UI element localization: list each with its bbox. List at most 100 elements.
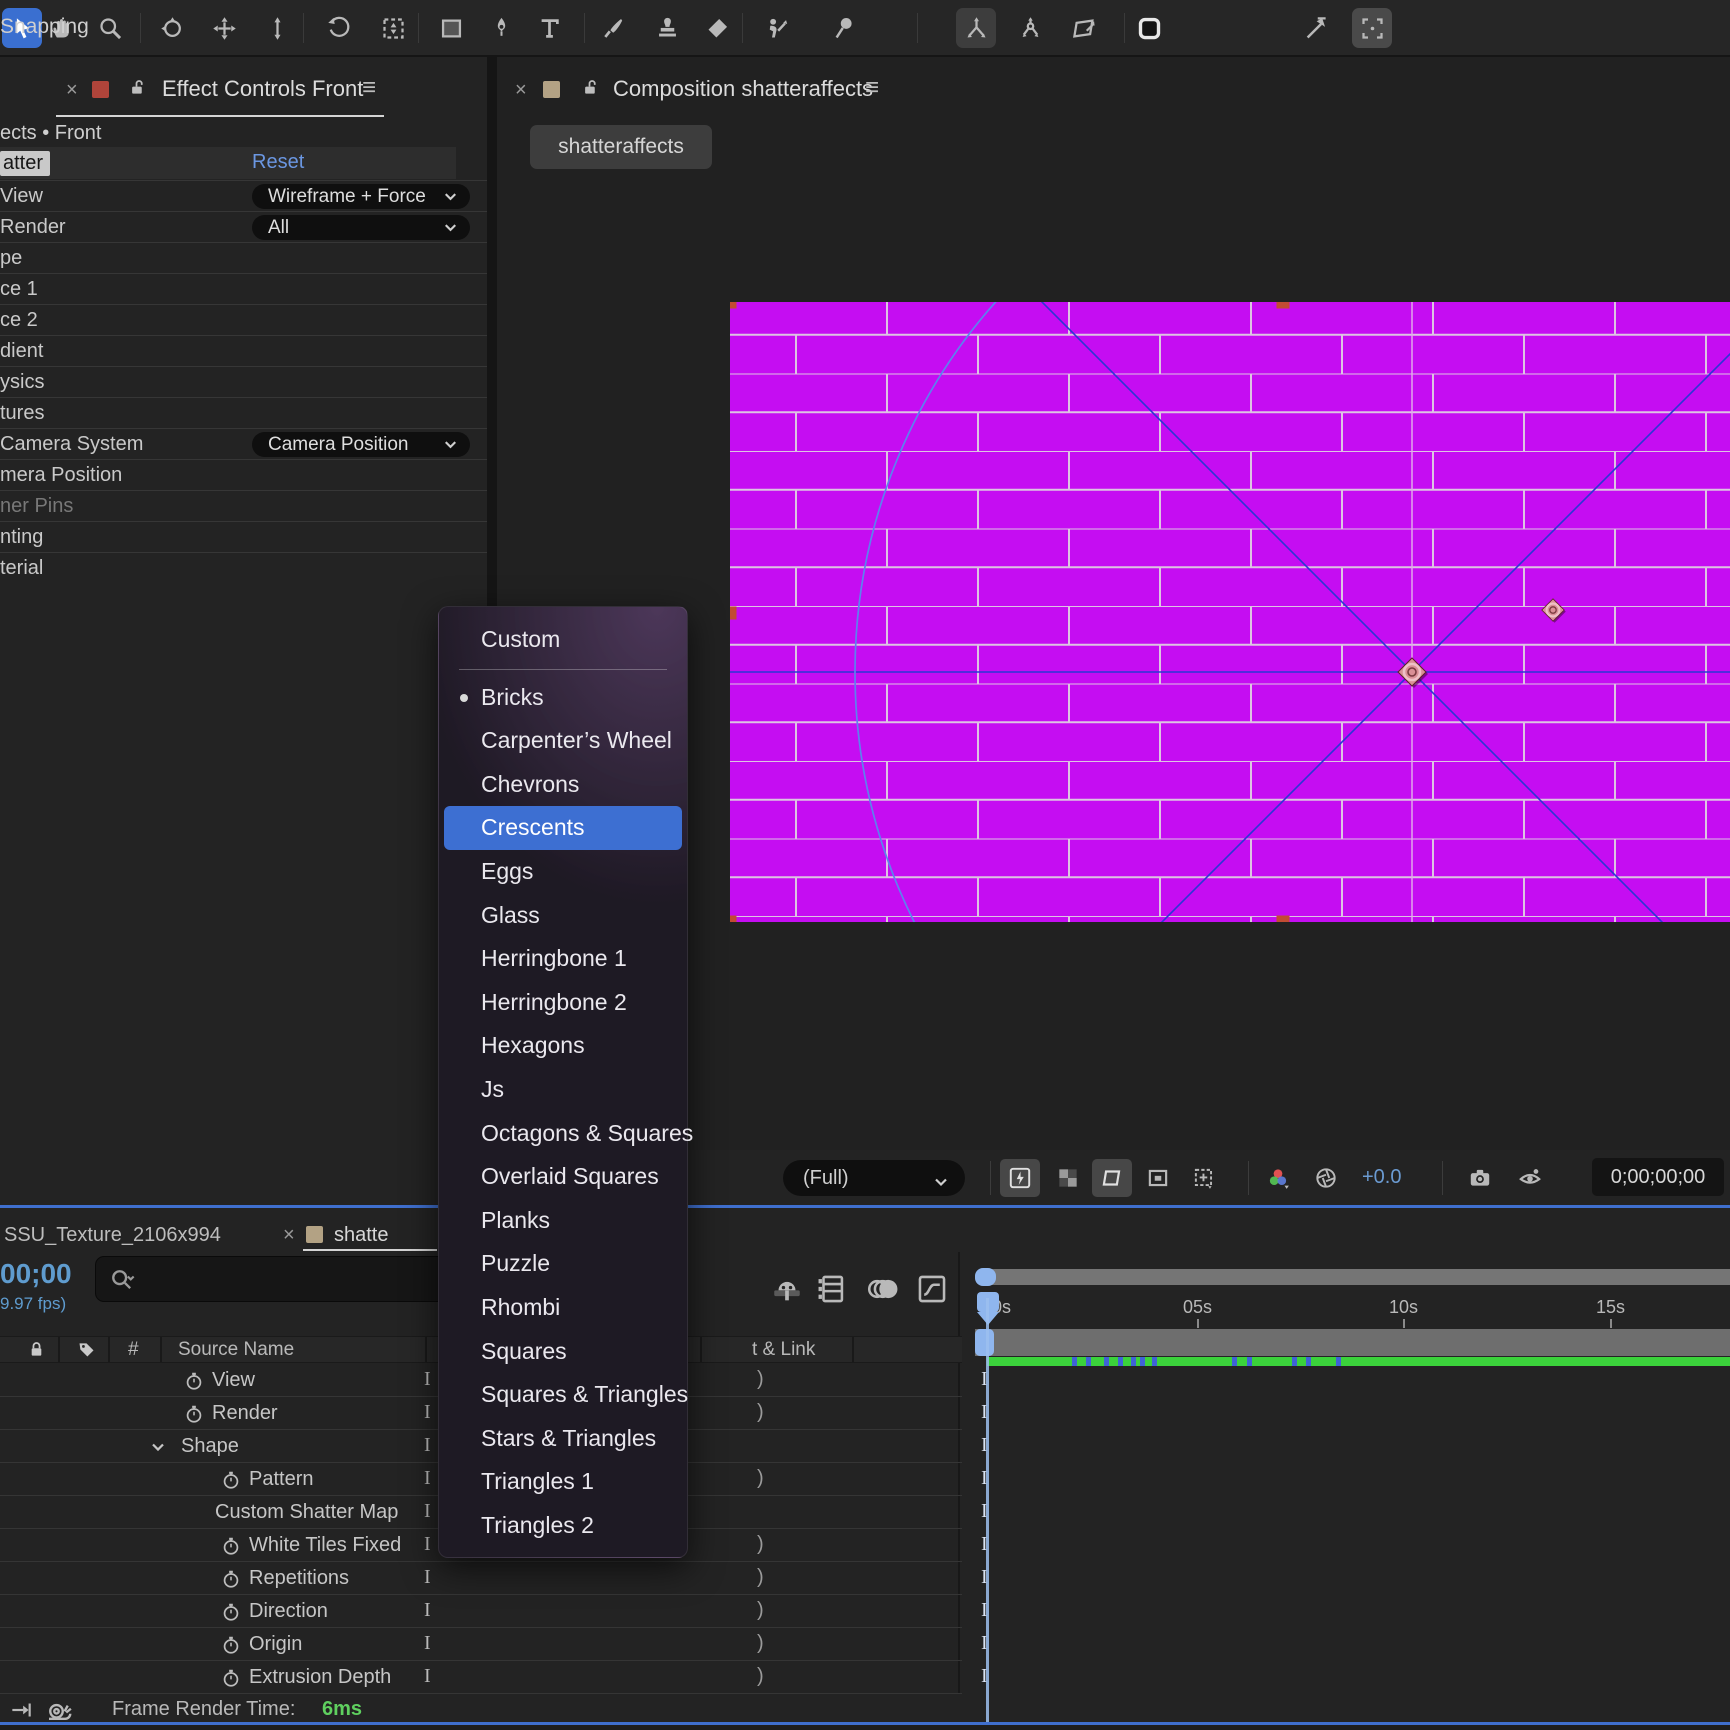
roto-brush-tool[interactable] — [756, 8, 796, 48]
stopwatch-icon[interactable] — [220, 1535, 242, 1557]
motion-blur-icon[interactable] — [865, 1272, 899, 1306]
graph-editor-icon[interactable] — [915, 1272, 949, 1306]
composition-viewport[interactable] — [730, 302, 1730, 922]
transparency-grid-button[interactable] — [1048, 1159, 1088, 1197]
extend-boundaries-icon[interactable] — [1295, 8, 1335, 48]
property-dropdown[interactable]: All — [252, 215, 470, 240]
effect-header-row[interactable]: atter Reset — [0, 147, 456, 179]
menu-item[interactable]: Triangles 2 — [439, 1504, 687, 1548]
comp-panel-menu-icon[interactable]: ≡ — [865, 74, 879, 102]
type-tool[interactable] — [529, 8, 569, 48]
column-divider[interactable] — [58, 1337, 60, 1362]
menu-item[interactable]: Eggs — [439, 850, 687, 894]
menu-item[interactable]: Rhombi — [439, 1286, 687, 1330]
camera-region-tool[interactable] — [373, 8, 413, 48]
snapping-checkbox[interactable] — [1133, 12, 1165, 44]
rotation-tool[interactable] — [317, 8, 357, 48]
menu-item[interactable]: Overlaid Squares — [439, 1155, 687, 1199]
current-timecode[interactable]: 00;00 — [0, 1258, 72, 1290]
number-column-header[interactable]: # — [128, 1339, 139, 1361]
eraser-tool[interactable] — [697, 8, 737, 48]
property-dropdown[interactable]: Wireframe + Force — [252, 184, 470, 209]
view-axis-mode[interactable] — [1064, 8, 1104, 48]
menu-item[interactable]: Bricks — [439, 676, 687, 720]
column-divider[interactable] — [852, 1337, 854, 1362]
magnification-dropdown[interactable]: (Full) — [783, 1160, 965, 1196]
timeline-property-row[interactable]: Repetitions I ) I — [0, 1562, 1730, 1595]
menu-item[interactable]: Planks — [439, 1199, 687, 1243]
effect-name-chip[interactable]: atter — [0, 151, 50, 176]
effect-property-row[interactable]: pe — [0, 242, 487, 273]
timeline-property-row[interactable]: Shape I I — [0, 1430, 1730, 1463]
timeline-property-row[interactable]: Custom Shatter Map I I — [0, 1496, 1730, 1529]
timeline-property-row[interactable]: Pattern I ) I — [0, 1463, 1730, 1496]
rectangle-tool[interactable] — [431, 8, 471, 48]
effect-property-row[interactable]: ViewWireframe + Force — [0, 180, 487, 211]
orbit-camera-tool[interactable] — [152, 8, 192, 48]
pan-camera-tool[interactable] — [204, 8, 244, 48]
viewer-timecode[interactable]: 0;00;00;00 — [1592, 1158, 1724, 1196]
snapshot-camera-icon[interactable] — [1460, 1159, 1500, 1197]
effect-property-row[interactable]: ce 1 — [0, 273, 487, 304]
grid-guides-button[interactable] — [1184, 1159, 1224, 1197]
clone-stamp-tool[interactable] — [647, 8, 687, 48]
stopwatch-icon[interactable] — [220, 1568, 242, 1590]
region-of-interest-button[interactable] — [1092, 1159, 1132, 1197]
tab-texture[interactable]: SSU_Texture_2106x994 — [4, 1224, 221, 1247]
timeline-property-row[interactable]: Direction I ) I — [0, 1595, 1730, 1628]
stopwatch-icon[interactable] — [220, 1601, 242, 1623]
comp-name-button[interactable]: shatteraffects — [530, 125, 712, 169]
layer-handle[interactable] — [730, 302, 737, 309]
parent-link-column-header[interactable]: t & Link — [752, 1339, 815, 1361]
menu-item[interactable]: Stars & Triangles — [439, 1417, 687, 1461]
work-area-start-handle[interactable] — [975, 1329, 994, 1356]
timeline-property-row[interactable]: White Tiles Fixed I ) I — [0, 1529, 1730, 1562]
puppet-pin-tool[interactable] — [824, 8, 864, 48]
menu-item[interactable]: Squares & Triangles — [439, 1373, 687, 1417]
work-area-bar[interactable] — [975, 1329, 1730, 1356]
stopwatch-icon[interactable] — [220, 1634, 242, 1656]
menu-item[interactable]: Squares — [439, 1330, 687, 1374]
timeline-scrollbar[interactable] — [975, 1269, 1730, 1285]
unlock-icon[interactable] — [126, 77, 147, 98]
snapping-label[interactable]: Snapping — [0, 15, 89, 39]
zoom-tool[interactable] — [90, 8, 130, 48]
layer-handle[interactable] — [730, 607, 737, 620]
menu-item[interactable]: Hexagons — [439, 1024, 687, 1068]
panel-close-icon[interactable]: × — [66, 79, 78, 102]
effect-property-row[interactable]: tures — [0, 397, 487, 428]
timeline-property-row[interactable]: Origin I ) I — [0, 1628, 1730, 1661]
exposure-shutter-icon[interactable] — [1306, 1159, 1346, 1197]
live-update-icon[interactable] — [8, 1697, 34, 1723]
menu-item[interactable]: Carpenter’s Wheel — [439, 719, 687, 763]
chevron-down-icon[interactable] — [148, 1437, 168, 1457]
pen-tool[interactable] — [481, 8, 521, 48]
shy-toggle-icon[interactable] — [770, 1272, 804, 1306]
menu-item[interactable]: Octagons & Squares — [439, 1112, 687, 1156]
effect-property-row[interactable]: nting — [0, 521, 487, 552]
timeline-property-row[interactable]: Render I ) I — [0, 1397, 1730, 1430]
column-divider[interactable] — [700, 1337, 702, 1362]
scrollbar-handle[interactable] — [975, 1268, 996, 1286]
show-snapshot-eye-icon[interactable] — [1510, 1159, 1550, 1197]
column-divider[interactable] — [108, 1337, 110, 1362]
mask-visibility-button[interactable] — [1138, 1159, 1178, 1197]
fast-previews-button[interactable] — [1000, 1159, 1040, 1197]
stopwatch-icon[interactable] — [183, 1370, 205, 1392]
local-axis-mode[interactable] — [956, 8, 996, 48]
effect-property-row[interactable]: ner Pins — [0, 490, 487, 521]
panel-menu-icon[interactable]: ≡ — [362, 74, 376, 102]
timeline-property-row[interactable]: Extrusion Depth I ) I — [0, 1661, 1730, 1694]
effect-property-row[interactable]: ce 2 — [0, 304, 487, 335]
comp-panel-title[interactable]: Composition shatteraffects — [613, 76, 873, 102]
panel-title[interactable]: Effect Controls Front — [162, 76, 363, 102]
stopwatch-icon[interactable] — [183, 1403, 205, 1425]
column-divider[interactable] — [425, 1337, 427, 1362]
menu-item[interactable]: Glass — [439, 894, 687, 938]
timeline-property-row[interactable]: View I ) I — [0, 1364, 1730, 1397]
channel-rgb-icon[interactable] — [1258, 1159, 1298, 1197]
menu-item[interactable]: Crescents — [444, 806, 682, 850]
column-divider[interactable] — [160, 1337, 162, 1362]
stopwatch-icon[interactable] — [220, 1469, 242, 1491]
current-time-indicator-line[interactable] — [986, 1298, 989, 1722]
